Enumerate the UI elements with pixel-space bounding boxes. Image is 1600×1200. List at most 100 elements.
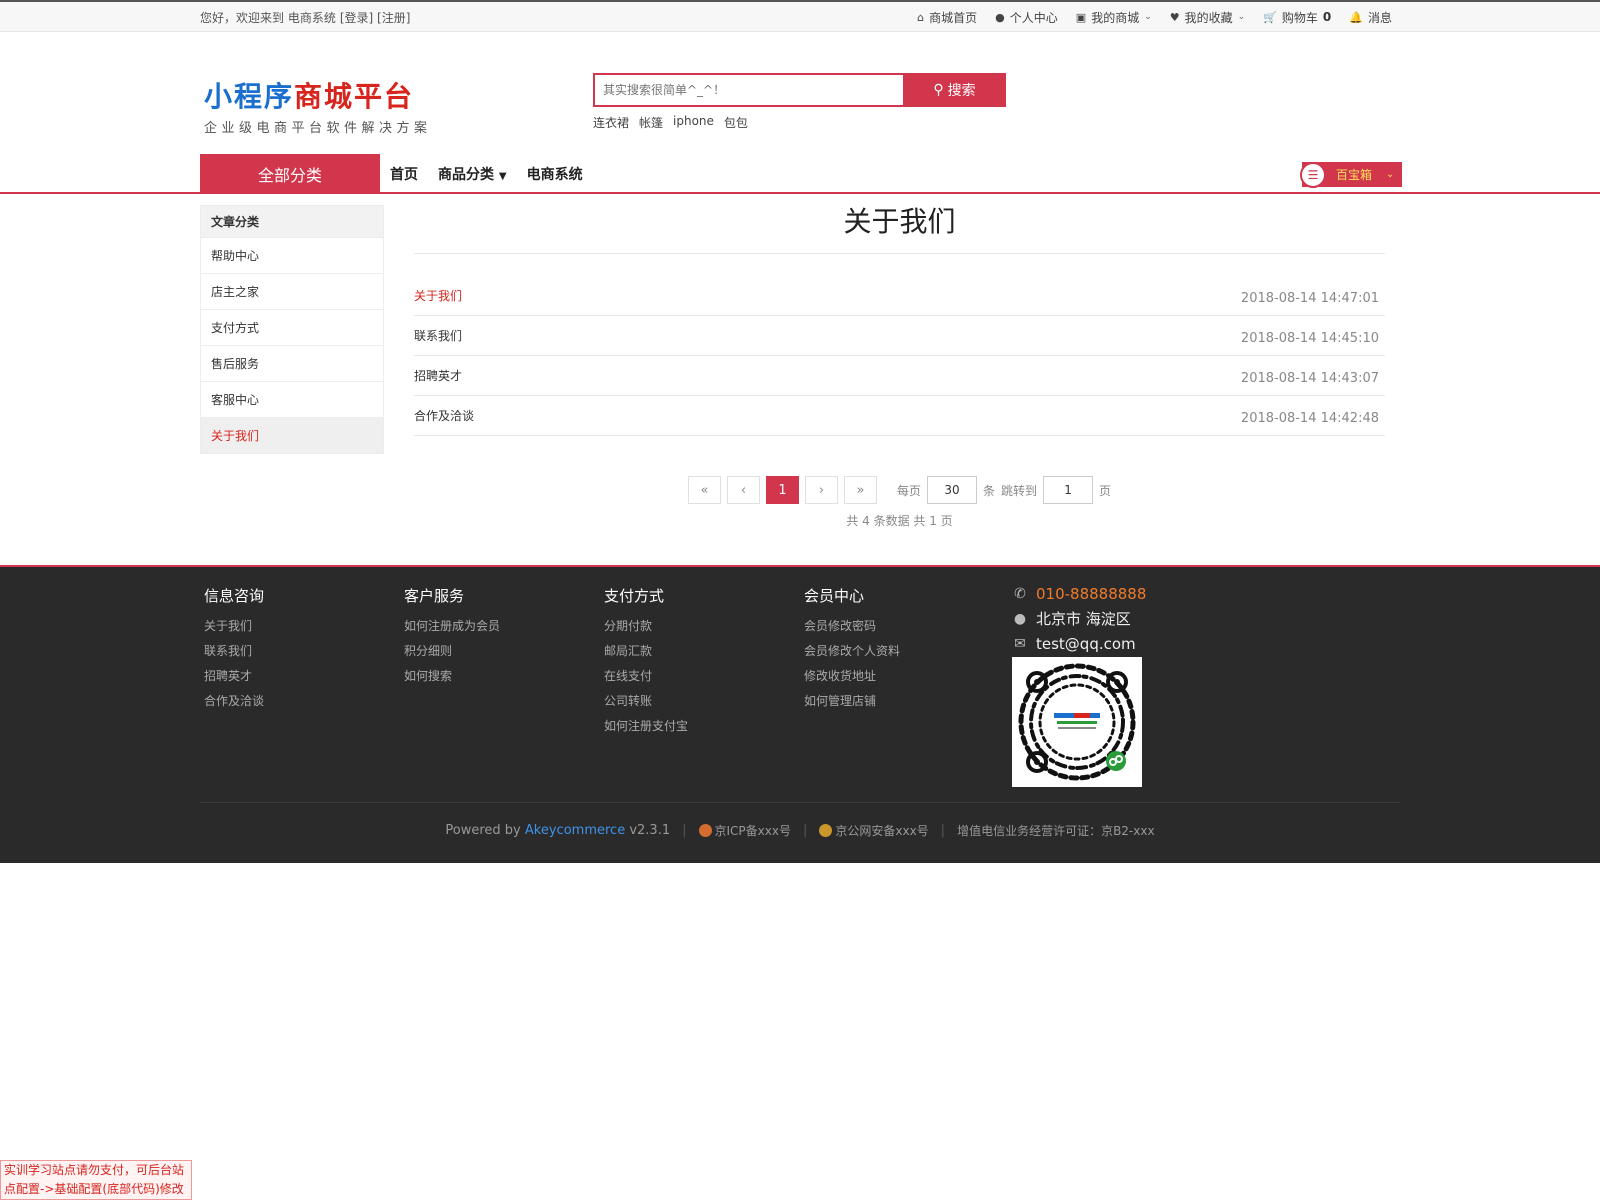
qr-code-image: [1018, 663, 1136, 781]
hot-keywords: 连衣裙 帐篷 iphone 包包: [593, 114, 1006, 131]
sliders-icon: ☰: [1300, 161, 1326, 188]
article-date: 2018-08-14 14:45:10: [1240, 331, 1379, 346]
user-icon: ●: [995, 10, 1005, 24]
top-bar: 您好，欢迎来到 电商系统 [登录] [注册] ⌂ 商城首页 ● 个人中心 ▣ 我的商城 ⌄…: [0, 0, 1600, 32]
phone-icon: ✆: [1014, 585, 1026, 602]
last-page-button[interactable]: »: [843, 476, 877, 504]
sidebar-item-shop-owner-home[interactable]: 店主之家: [201, 273, 383, 309]
next-page-button[interactable]: ›: [804, 476, 838, 504]
personal-center-link[interactable]: ● 个人中心: [995, 9, 1058, 26]
footer-column-payment: 支付方式 分期付款 邮局汇款 在线支付 公司转账 如何注册支付宝: [604, 585, 688, 739]
envelope-icon: ✉: [1014, 635, 1026, 652]
police-record-link[interactable]: 京公网安备xxx号: [819, 822, 929, 839]
chevron-down-icon: ⌄: [1386, 169, 1395, 180]
jump-page-input[interactable]: [1043, 476, 1094, 504]
nav-product-categories[interactable]: 商品分类 ▼: [438, 164, 507, 184]
sidebar-item-about-us[interactable]: 关于我们: [201, 417, 383, 453]
footer-link[interactable]: 会员修改个人资料: [804, 639, 900, 664]
per-page-input[interactable]: [926, 476, 977, 504]
icp-icon: [698, 824, 712, 837]
brand-link[interactable]: Akeycommerce: [525, 823, 625, 838]
article-date: 2018-08-14 14:42:48: [1240, 411, 1379, 426]
list-item: 关于我们 2018-08-14 14:47:01: [414, 276, 1385, 316]
footer-link[interactable]: 合作及洽谈: [204, 689, 264, 714]
powered-by: Powered by Akeycommerce v2.3.1: [445, 823, 671, 838]
welcome-text: 您好，欢迎来到 电商系统: [200, 10, 336, 25]
footer-link[interactable]: 关于我们: [204, 614, 264, 639]
footer-link[interactable]: 会员修改密码: [804, 614, 900, 639]
article-category-sidebar: 文章分类 帮助中心 店主之家 支付方式 售后服务 客服中心 关于我们: [200, 205, 384, 454]
footer-link[interactable]: 如何注册成为会员: [404, 614, 500, 639]
per-page-label: 每页: [896, 483, 921, 498]
my-favorites-menu[interactable]: ♥ 我的收藏 ⌄: [1170, 9, 1245, 26]
nav-ecommerce-system[interactable]: 电商系统: [527, 164, 583, 184]
footer-contact: ✆ 010-88888888 ● 北京市 海淀区 ✉ test@qq.com: [1012, 581, 1147, 656]
pagination: « ‹ 1 › » 每页 条 跳转到 页: [414, 476, 1385, 504]
article-title[interactable]: 合作及洽谈: [414, 407, 474, 424]
prev-page-button[interactable]: ‹: [726, 476, 760, 504]
chevron-down-icon: ⌄: [1144, 12, 1152, 22]
hot-keyword[interactable]: 包包: [724, 114, 748, 131]
notice-line: 点配置->基础配置(底部代码)修改: [4, 1182, 184, 1196]
treasure-box-dropdown[interactable]: ☰ 百宝箱 ⌄: [1300, 161, 1402, 188]
icp-link[interactable]: 京ICP备xxx号: [698, 822, 791, 839]
article-date: 2018-08-14 14:43:07: [1240, 371, 1379, 386]
contact-email: ✉ test@qq.com: [1012, 631, 1146, 656]
home-icon: ⌂: [917, 10, 925, 24]
license-text: 增值电信业务经营许可证：京B2-xxx: [957, 824, 1155, 838]
cart-count: 0: [1322, 10, 1332, 24]
site-logo[interactable]: 小程序商城平台 企业级电商平台软件解决方案: [204, 75, 432, 136]
footer: 信息咨询 关于我们 联系我们 招聘英才 合作及洽谈 客户服务 如何注册成为会员 …: [0, 565, 1600, 863]
sidebar-item-customer-service[interactable]: 客服中心: [201, 381, 383, 417]
chevron-down-icon: ⌄: [1237, 12, 1246, 22]
article-list: 关于我们 2018-08-14 14:47:01 联系我们 2018-08-14…: [414, 276, 1385, 436]
search-button[interactable]: ⚲ 搜索: [903, 73, 1006, 107]
register-link[interactable]: [注册]: [377, 11, 410, 25]
footer-link[interactable]: 如何管理店铺: [804, 689, 900, 714]
footer-link[interactable]: 积分细则: [404, 639, 500, 664]
footer-link[interactable]: 如何注册支付宝: [604, 714, 688, 739]
footer-link[interactable]: 修改收货地址: [804, 664, 900, 689]
login-link[interactable]: [登录]: [340, 11, 373, 25]
hot-keyword[interactable]: iphone: [673, 114, 714, 131]
footer-link[interactable]: 分期付款: [604, 614, 688, 639]
sidebar-item-help-center[interactable]: 帮助中心: [201, 237, 383, 273]
logo-title: 小程序商城平台: [204, 80, 415, 113]
sidebar-item-payment-methods[interactable]: 支付方式: [201, 309, 383, 345]
jump-label: 跳转到: [1001, 483, 1038, 498]
footer-link[interactable]: 公司转账: [604, 689, 688, 714]
footer-column-title: 支付方式: [604, 587, 665, 605]
hot-keyword[interactable]: 连衣裙: [593, 114, 629, 131]
heart-icon: ♥: [1169, 10, 1180, 24]
cart-link[interactable]: 🛒 购物车 0: [1263, 9, 1331, 26]
footer-link[interactable]: 在线支付: [604, 664, 688, 689]
welcome-area: 您好，欢迎来到 电商系统 [登录] [注册]: [200, 9, 410, 26]
footer-link[interactable]: 如何搜索: [404, 664, 500, 689]
notice-line: 实训学习站点请勿支付，可后台站: [4, 1163, 185, 1177]
sidebar-item-after-sales[interactable]: 售后服务: [201, 345, 383, 381]
all-categories-button[interactable]: 全部分类: [200, 154, 380, 194]
my-shop-menu[interactable]: ▣ 我的商城 ⌄: [1076, 9, 1152, 26]
article-title[interactable]: 招聘英才: [414, 367, 462, 384]
bell-icon: 🔔: [1349, 10, 1363, 24]
search-input[interactable]: [593, 73, 903, 107]
map-marker-icon: ●: [1013, 610, 1027, 627]
footer-link[interactable]: 邮局汇款: [604, 639, 688, 664]
current-page-button[interactable]: 1: [765, 476, 799, 504]
hot-keyword[interactable]: 帐篷: [639, 114, 663, 131]
article-title[interactable]: 联系我们: [414, 327, 462, 344]
footer-link[interactable]: 招聘英才: [204, 664, 264, 689]
first-page-button[interactable]: «: [687, 476, 721, 504]
header: 小程序商城平台 企业级电商平台软件解决方案 ⚲搜索 连衣裙 帐篷 iphone …: [0, 32, 1600, 154]
search-area: ⚲搜索 连衣裙 帐篷 iphone 包包: [593, 73, 1006, 131]
messages-link[interactable]: 🔔 消息: [1349, 9, 1392, 26]
footer-bottom-bar: Powered by Akeycommerce v2.3.1 | 京ICP备xx…: [200, 802, 1400, 858]
mall-home-link[interactable]: ⌂ 商城首页: [917, 9, 977, 26]
police-badge-icon: [819, 824, 833, 837]
nav-home[interactable]: 首页: [390, 164, 418, 184]
pagination-info: 共 4 条数据 共 1 页: [846, 514, 953, 528]
article-title[interactable]: 关于我们: [414, 287, 462, 304]
footer-link[interactable]: 联系我们: [204, 639, 264, 664]
footer-column-member-center: 会员中心 会员修改密码 会员修改个人资料 修改收货地址 如何管理店铺: [804, 585, 900, 714]
search-icon: ⚲: [933, 82, 944, 98]
